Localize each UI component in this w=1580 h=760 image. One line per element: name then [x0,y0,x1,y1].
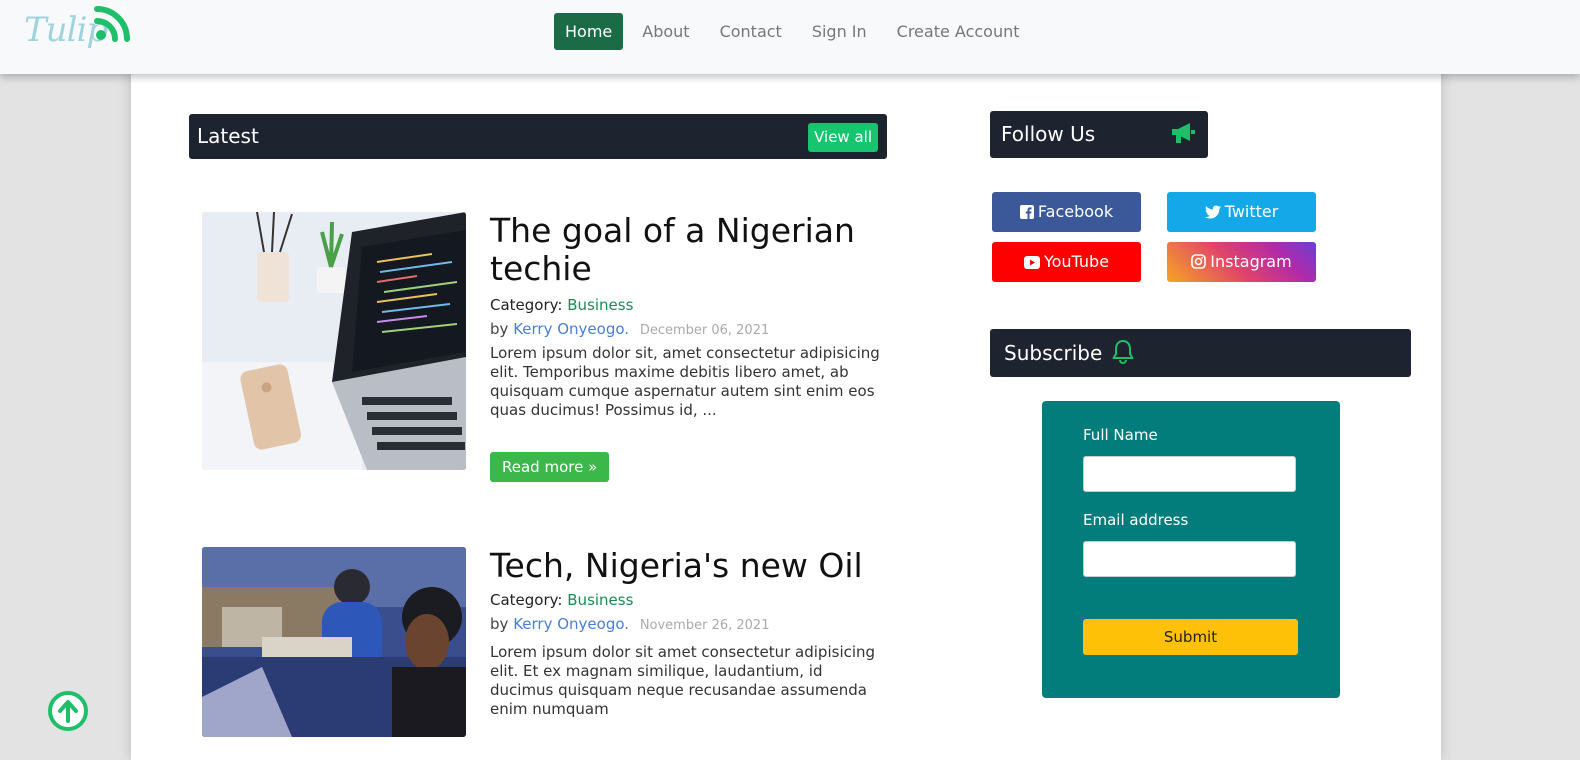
post-body: The goal of a Nigerian techie Category: … [490,212,890,482]
bell-icon [1112,340,1134,365]
youtube-button[interactable]: YouTube [992,242,1141,282]
latest-title: Latest [197,124,259,148]
nav-about[interactable]: About [631,13,700,50]
instagram-label: Instagram [1210,252,1292,271]
post-image-laptop[interactable] [202,212,466,470]
full-name-label: Full Name [1083,426,1158,444]
subscribe-title: Subscribe [1004,341,1103,365]
rss-icon [94,6,130,42]
post-excerpt: Lorem ipsum dolor sit amet consectetur a… [490,643,876,718]
post-category: Category: Business [490,591,890,609]
email-field[interactable] [1083,541,1296,577]
follow-us-title: Follow Us [1001,122,1096,146]
author-link[interactable]: Kerry Onyeogo. [513,615,629,633]
post-meta: by Kerry Onyeogo. November 26, 2021 [490,615,890,633]
read-more-button[interactable]: Read more » [490,452,610,482]
category-label: Category: [490,296,563,314]
by-label: by [490,320,509,338]
post-image-office[interactable] [202,547,466,737]
post-date: November 26, 2021 [639,618,770,633]
post-excerpt: Lorem ipsum dolor sit, amet consectetur … [490,344,880,419]
facebook-label: Facebook [1037,202,1114,221]
email-label: Email address [1083,511,1189,529]
full-name-field[interactable] [1083,456,1296,492]
view-all-button[interactable]: View all [808,123,878,152]
youtube-label: YouTube [1043,252,1110,271]
follow-us-header: Follow Us [990,111,1208,158]
twitter-icon [1204,205,1221,219]
twitter-label: Twitter [1224,202,1279,221]
post-title[interactable]: Tech, Nigeria's new Oil [490,547,890,585]
facebook-button[interactable]: Facebook [992,192,1141,232]
post-title[interactable]: The goal of a Nigerian techie [490,212,890,288]
twitter-button[interactable]: Twitter [1167,192,1316,232]
post-body: Tech, Nigeria's new Oil Category: Busine… [490,547,890,719]
subscribe-header: Subscribe [990,329,1411,377]
post-category: Category: Business [490,296,890,314]
submit-button[interactable]: Submit [1083,619,1298,655]
nav-create-account[interactable]: Create Account [886,13,1031,50]
nav-sign-in[interactable]: Sign In [801,13,878,50]
main-nav: Home About Contact Sign In Create Accoun… [554,13,1039,50]
megaphone-icon [1172,123,1195,143]
by-label: by [490,615,509,633]
facebook-icon [1019,205,1034,219]
category-link[interactable]: Business [567,591,633,609]
instagram-button[interactable]: Instagram [1167,242,1316,282]
top-navbar: Tulip Home About Contact Sign In Create … [0,0,1580,74]
category-label: Category: [490,591,563,609]
latest-header: Latest View all [189,114,887,159]
post-date: December 06, 2021 [639,323,770,338]
instagram-icon [1191,254,1207,269]
category-link[interactable]: Business [567,296,633,314]
nav-contact[interactable]: Contact [709,13,793,50]
youtube-icon [1023,256,1040,269]
subscribe-form: Full Name Email address Submit [1042,401,1340,698]
post-meta: by Kerry Onyeogo. December 06, 2021 [490,320,890,338]
nav-home[interactable]: Home [554,13,624,50]
author-link[interactable]: Kerry Onyeogo. [513,320,629,338]
scroll-to-top-icon[interactable] [47,690,89,732]
